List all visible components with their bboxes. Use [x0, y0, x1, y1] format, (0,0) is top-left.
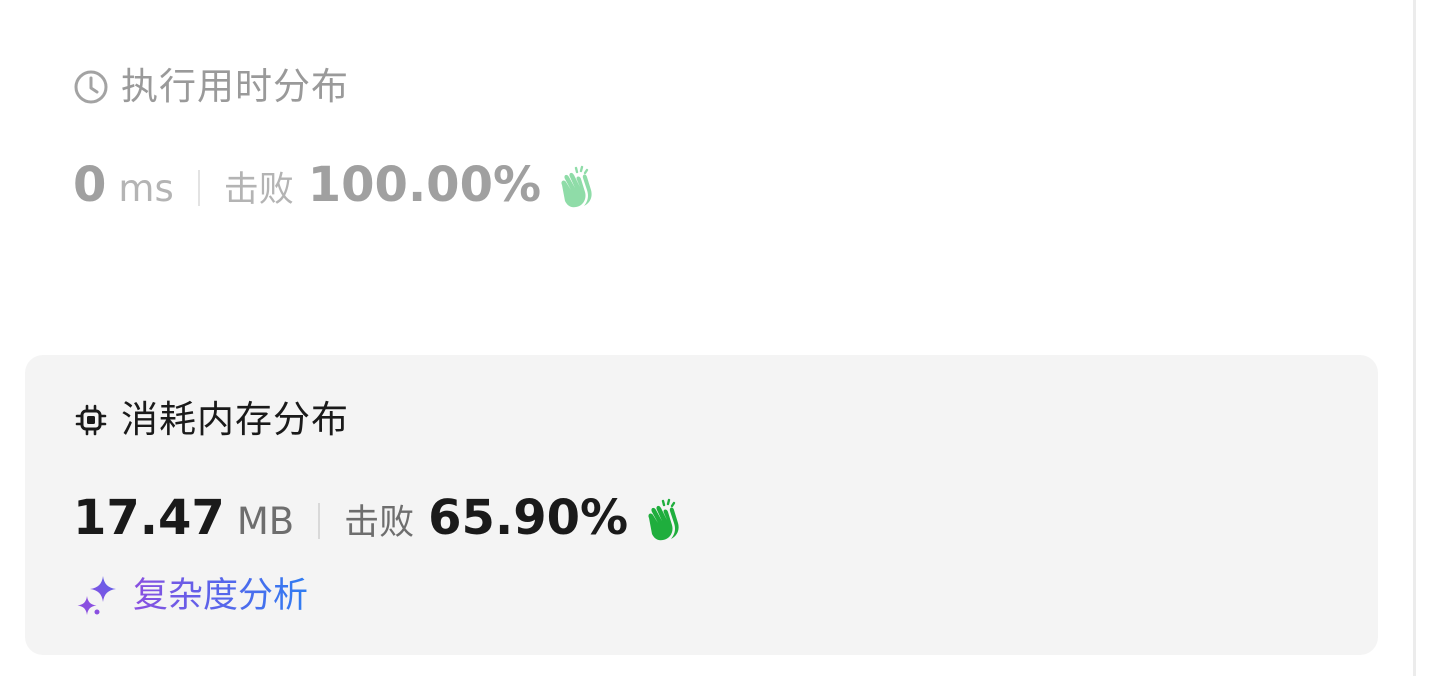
cpu-chip-icon [73, 402, 109, 438]
runtime-value: 0 [73, 157, 107, 213]
runtime-distribution-panel[interactable]: 执行用时分布 0 ms 击败 100.00% [25, 22, 1378, 252]
runtime-panel-title: 执行用时分布 [121, 65, 349, 108]
runtime-unit: ms [118, 167, 174, 210]
clap-icon [640, 498, 686, 544]
runtime-panel-header: 执行用时分布 [73, 64, 349, 110]
memory-unit: MB [236, 500, 295, 543]
runtime-beats-label: 击败 [223, 170, 294, 210]
clap-icon [553, 165, 599, 211]
clock-icon [73, 69, 109, 105]
stat-divider [318, 502, 321, 539]
memory-beats-label: 击败 [344, 503, 415, 543]
memory-distribution-panel[interactable]: 消耗内存分布 17.47 MB 击败 65.90% 复杂度分析 [25, 355, 1378, 655]
memory-panel-title: 消耗内存分布 [121, 398, 349, 441]
complexity-analysis-label: 复杂度分析 [133, 573, 308, 619]
memory-panel-header: 消耗内存分布 [73, 397, 349, 443]
memory-value: 17.47 [73, 490, 225, 546]
runtime-beats-value: 100.00% [307, 157, 542, 213]
stat-divider [197, 169, 200, 206]
scrollbar-track[interactable] [1413, 0, 1416, 676]
sparkle-icon [75, 574, 119, 618]
memory-stat-row: 17.47 MB 击败 65.90% [73, 488, 686, 553]
memory-beats-value: 65.90% [428, 490, 629, 546]
complexity-analysis-link[interactable]: 复杂度分析 [75, 573, 308, 619]
runtime-stat-row: 0 ms 击败 100.00% [73, 155, 599, 220]
